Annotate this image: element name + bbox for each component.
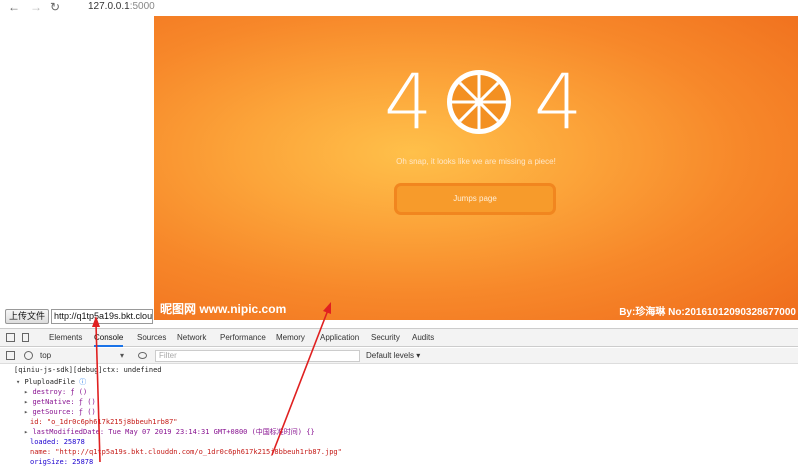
- watermark-nipic: 昵图网 www.nipic.com: [160, 302, 287, 316]
- sidebar-toggle-icon[interactable]: [6, 351, 15, 360]
- object-name: PluploadFile: [24, 378, 76, 386]
- console-output: [qiniu-js-sdk][debug]ctx: undefined ▾ Pl…: [0, 365, 798, 467]
- upload-file-button[interactable]: 上传文件: [5, 309, 49, 324]
- prop-destroy[interactable]: ▸ destroy: ƒ (): [24, 388, 87, 397]
- tab-application[interactable]: Application: [320, 329, 359, 347]
- url-field[interactable]: 127.0.0.1:5000: [88, 1, 155, 13]
- log-levels-dropdown[interactable]: Default levels ▾: [366, 350, 420, 362]
- tab-sources[interactable]: Sources: [137, 329, 166, 347]
- info-icon: ⓘ: [79, 378, 87, 386]
- prop-text: destroy: ƒ (): [32, 388, 88, 396]
- prop-text: getSource: ƒ (): [32, 408, 96, 416]
- inspect-icon[interactable]: [6, 333, 15, 342]
- url-host: 127.0.0.1: [88, 1, 130, 12]
- prop-name: name: "http://q1tp5a19s.bkt.clouddn.com/…: [30, 448, 342, 456]
- device-toolbar-icon[interactable]: [22, 333, 29, 342]
- digit-left: 4: [384, 57, 433, 146]
- console-line: [qiniu-js-sdk][debug]ctx: undefined: [14, 366, 162, 374]
- orange-slice-icon: [447, 70, 511, 134]
- image-url-input[interactable]: http://q1tp5a19s.bkt.cloudd: [51, 309, 153, 324]
- url-port: :5000: [129, 1, 155, 12]
- prop-text: getNative: ƒ (): [32, 398, 96, 406]
- prop-getsource[interactable]: ▸ getSource: ƒ (): [24, 408, 96, 417]
- eye-icon[interactable]: [138, 352, 147, 359]
- tab-security[interactable]: Security: [371, 329, 400, 347]
- page-blank-area: [0, 16, 154, 320]
- prop-id: id: "o_1dr0c6ph617k215j8bbeuh1rb87": [30, 418, 178, 426]
- digit-right: 4: [534, 57, 583, 146]
- tab-audits[interactable]: Audits: [412, 329, 434, 347]
- chevron-down-icon: ▾: [120, 351, 125, 360]
- jump-page-button[interactable]: Jumps page: [397, 186, 553, 212]
- prop-text: lastModifiedDate: Tue May 07 2019 23:14:…: [32, 428, 315, 436]
- prop-getnative[interactable]: ▸ getNative: ƒ (): [24, 398, 96, 407]
- devtools-panel: Elements Console Sources Network Perform…: [0, 328, 798, 466]
- prop-loaded: loaded: 25878: [30, 438, 85, 446]
- filter-input[interactable]: Filter: [155, 350, 360, 362]
- watermark-author: By:珍海琳 No:20161012090328677000: [619, 307, 796, 318]
- tab-network[interactable]: Network: [177, 329, 206, 347]
- object-header[interactable]: ▾ PluploadFile ⓘ: [16, 378, 86, 387]
- reload-icon[interactable]: ↻: [50, 0, 60, 14]
- clear-console-icon[interactable]: [24, 351, 33, 360]
- context-select[interactable]: top ▾: [40, 350, 130, 362]
- devtools-tabbar: Elements Console Sources Network Perform…: [0, 329, 798, 347]
- address-bar: ← → ↻ 127.0.0.1:5000: [0, 0, 798, 16]
- context-label: top: [40, 351, 52, 360]
- tab-console[interactable]: Console: [94, 329, 124, 347]
- console-filterbar: top ▾ Filter Default levels ▾: [0, 348, 798, 364]
- tab-memory[interactable]: Memory: [276, 329, 305, 347]
- back-icon[interactable]: ←: [8, 0, 20, 14]
- forward-icon[interactable]: →: [30, 0, 42, 14]
- error-tagline: Oh snap, it looks like we are missing a …: [396, 157, 556, 166]
- prop-lastmodified[interactable]: ▸ lastModifiedDate: Tue May 07 2019 23:1…: [24, 428, 315, 437]
- tab-elements[interactable]: Elements: [49, 329, 82, 347]
- tab-performance[interactable]: Performance: [220, 329, 266, 347]
- error-404-image: 4 4 Oh snap, it looks like we are missin…: [154, 16, 798, 320]
